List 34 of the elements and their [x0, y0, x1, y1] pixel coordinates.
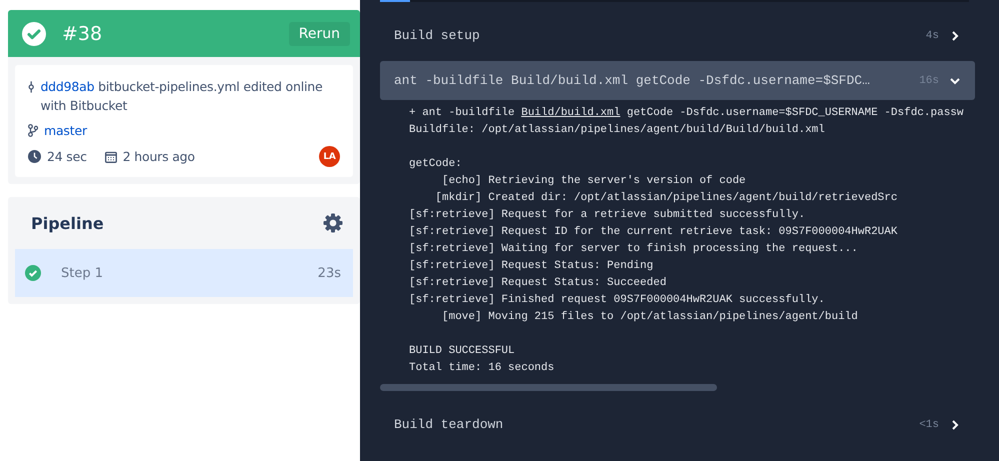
log-line: [sf:retrieve] Request ID for the current retrieve task: 09S7F000004HwR2UAK [409, 225, 898, 240]
log-line: getCode: [409, 157, 463, 172]
log-line: [sf:retrieve] Finished request 09S7F000004HwR2UAK successfully. [409, 293, 826, 308]
log-line: + ant -buildfile Build/build.xml getCode -Dsfdc.username=$SFDC_USERNAME -Dsfdc.passw [409, 106, 965, 121]
commit-message: ddd98ab bitbucket-pipelines.yml edited online with Bitbucket [40, 78, 324, 115]
clock-icon [28, 150, 41, 163]
check-circle-icon [22, 22, 46, 46]
pipeline-step[interactable]: Step 1 23s [15, 249, 353, 297]
commit-hash-link[interactable]: ddd98ab [40, 79, 94, 94]
log-line: [sf:retrieve] Request Status: Pending [409, 259, 654, 274]
build-time: 2 hours ago [122, 149, 195, 164]
log-line: [mkdir] Created dir: /opt/atlassian/pipelines/agent/build/retrievedSrc [434, 191, 898, 206]
log-line: [move] Moving 215 files to /opt/atlassian/pipelines/agent/build [441, 310, 859, 325]
build-number: #38 [62, 22, 104, 44]
active-tab-indicator [380, 0, 410, 2]
branch-icon [28, 124, 38, 137]
branch-link[interactable]: master [44, 123, 87, 138]
user-avatar: LA [319, 146, 340, 167]
log-line: [sf:retrieve] Request Status: Succeeded [409, 276, 668, 291]
file-link[interactable]: Build/build.xml [521, 107, 620, 119]
log-line: [echo] Retrieving the server's version of code [441, 174, 747, 189]
log-line: BUILD SUCCESSFUL [409, 344, 516, 359]
horizontal-scrollbar[interactable] [380, 384, 717, 391]
log-section-header[interactable]: Build setup 4s [380, 16, 975, 55]
commit-icon [28, 80, 34, 94]
log-line: Buildfile: /opt/atlassian/pipelines/agent/build/Build/build.xml [409, 123, 826, 138]
log-section-header[interactable]: Build teardown <1s [380, 405, 975, 444]
pipeline-title: Pipeline [31, 214, 104, 232]
log-line: [sf:retrieve] Request for a retrieve submitted successfully. [409, 208, 806, 223]
log-line: Total time: 16 seconds [409, 361, 556, 376]
calendar-icon [104, 150, 117, 162]
build-duration: 24 sec [47, 149, 87, 164]
log-line: [sf:retrieve] Waiting for server to finish processing the request... [409, 242, 859, 257]
settings-icon[interactable] [323, 213, 343, 233]
